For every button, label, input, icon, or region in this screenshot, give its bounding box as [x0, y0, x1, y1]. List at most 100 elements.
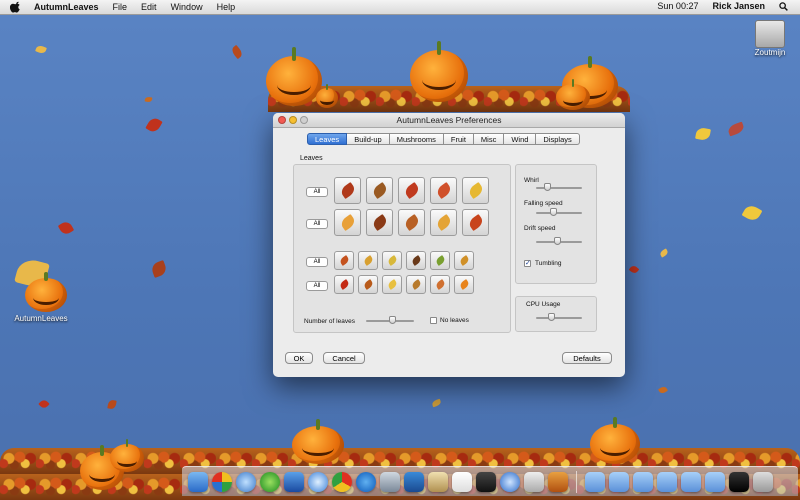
all-button-row3[interactable]: All [306, 257, 328, 267]
spotify-icon[interactable] [260, 471, 280, 492]
preview-icon[interactable] [428, 471, 448, 492]
close-icon[interactable] [278, 116, 286, 124]
ok-button[interactable]: OK [285, 352, 313, 364]
slider-knob[interactable] [388, 316, 396, 324]
zoom-icon[interactable] [300, 116, 308, 124]
drift-speed-slider[interactable] [536, 237, 582, 245]
menu-help[interactable]: Help [217, 2, 236, 12]
leaf-toggle-button[interactable] [406, 251, 426, 270]
leaf-toggle-button[interactable] [462, 209, 489, 236]
photo-booth-icon[interactable] [476, 471, 496, 492]
system-preferences-icon[interactable] [524, 471, 544, 492]
leaf-toggle-button[interactable] [334, 275, 354, 294]
leaf-icon [466, 213, 485, 232]
menu-app-name[interactable]: AutumnLeaves [34, 2, 99, 12]
leaf-icon [144, 96, 153, 103]
folder-icon[interactable] [633, 471, 653, 492]
finder-icon[interactable] [188, 471, 208, 492]
slider-knob[interactable] [549, 208, 557, 216]
pumpkin-icon [590, 416, 640, 464]
xcode-icon[interactable] [380, 471, 400, 492]
leaf-toggle-button[interactable] [430, 177, 457, 204]
tab-fruit[interactable]: Fruit [443, 133, 474, 145]
downloads-folder-icon[interactable] [705, 471, 725, 492]
leaf-toggle-button[interactable] [334, 177, 361, 204]
slider-knob[interactable] [553, 237, 561, 245]
safari-icon[interactable] [308, 471, 328, 492]
minimize-icon[interactable] [289, 116, 297, 124]
leaf-toggle-button[interactable] [382, 251, 402, 270]
no-leaves-checkbox[interactable] [430, 317, 437, 324]
leaf-toggle-button[interactable] [398, 209, 425, 236]
terminal-icon[interactable] [729, 471, 749, 492]
leaf-toggle-button[interactable] [366, 209, 393, 236]
chrome-icon[interactable] [332, 471, 352, 492]
folder-icon[interactable] [657, 471, 677, 492]
menubar-user[interactable]: Rick Jansen [712, 1, 765, 11]
all-button-row2[interactable]: All [306, 219, 328, 229]
folder-icon[interactable] [585, 471, 605, 492]
slider-knob[interactable] [543, 183, 551, 191]
autumnleaves-desktop-icon[interactable]: AutumnLeaves [12, 256, 70, 323]
leaf-icon [386, 278, 398, 291]
tab-leaves[interactable]: Leaves [307, 133, 348, 145]
photoshop-elements-icon[interactable] [404, 471, 424, 492]
desktop: AutumnLeaves File Edit Window Help Sun 0… [0, 0, 800, 500]
calendar-icon[interactable] [452, 471, 472, 492]
leaf-icon [658, 385, 668, 395]
spotlight-icon[interactable] [779, 1, 788, 11]
leaf-toggle-button[interactable] [454, 275, 474, 294]
leaf-toggle-button[interactable] [430, 251, 450, 270]
leaf-toggle-button[interactable] [454, 251, 474, 270]
slider-knob[interactable] [547, 313, 555, 321]
menu-edit[interactable]: Edit [141, 2, 157, 12]
tab-build-up[interactable]: Build-up [347, 133, 390, 145]
defaults-button[interactable]: Defaults [562, 352, 612, 364]
leaf-toggle-button[interactable] [382, 275, 402, 294]
leaf-toggle-button[interactable] [334, 209, 361, 236]
leaf-icon [230, 44, 244, 60]
browser-icon[interactable] [356, 471, 376, 492]
falling-speed-slider[interactable] [536, 208, 582, 216]
mail-icon[interactable] [284, 471, 304, 492]
leaf-icon [362, 278, 374, 291]
applications-folder-icon[interactable] [681, 471, 701, 492]
app-store-icon[interactable] [500, 471, 520, 492]
tab-wind[interactable]: Wind [504, 133, 537, 145]
apple-icon[interactable] [10, 1, 22, 13]
number-of-leaves-slider[interactable] [366, 316, 414, 324]
leaf-toggle-button[interactable] [462, 177, 489, 204]
leaf-toggle-button[interactable] [430, 209, 457, 236]
tumbling-checkbox[interactable]: ✓ [524, 260, 531, 267]
folder-icon[interactable] [609, 471, 629, 492]
cancel-button[interactable]: Cancel [323, 352, 365, 364]
leaf-toggle-button[interactable] [366, 177, 393, 204]
leaf-toggle-button[interactable] [406, 275, 426, 294]
leaf-toggle-button[interactable] [358, 251, 378, 270]
drive-desktop-icon[interactable]: Zoutmijn [748, 20, 792, 57]
pumpkin-icon [410, 40, 468, 102]
cpu-usage-slider[interactable] [536, 313, 582, 321]
itunes-icon[interactable] [236, 471, 256, 492]
menu-window[interactable]: Window [171, 2, 203, 12]
leaf-toggle-button[interactable] [334, 251, 354, 270]
tab-misc[interactable]: Misc [473, 133, 505, 145]
window-titlebar[interactable]: AutumnLeaves Preferences [273, 113, 625, 128]
tab-displays[interactable]: Displays [536, 133, 580, 145]
menu-file[interactable]: File [113, 2, 128, 12]
leaf-toggle-button[interactable] [358, 275, 378, 294]
trash-icon[interactable] [753, 471, 773, 492]
leaf-toggle-button[interactable] [430, 275, 450, 294]
whirl-slider[interactable] [536, 183, 582, 191]
all-button-row4[interactable]: All [306, 281, 328, 291]
menubar-clock[interactable]: Sun 00:27 [657, 1, 698, 11]
leaf-icon [57, 219, 75, 237]
dashboard-icon[interactable] [212, 471, 232, 492]
tab-mushrooms[interactable]: Mushrooms [389, 133, 444, 145]
pumpkin-icon [110, 438, 144, 472]
leaf-icon [370, 213, 389, 232]
autumnleaves-dock-icon[interactable] [548, 471, 568, 492]
pumpkin-icon [292, 419, 344, 464]
all-button-row1[interactable]: All [306, 187, 328, 197]
leaf-toggle-button[interactable] [398, 177, 425, 204]
